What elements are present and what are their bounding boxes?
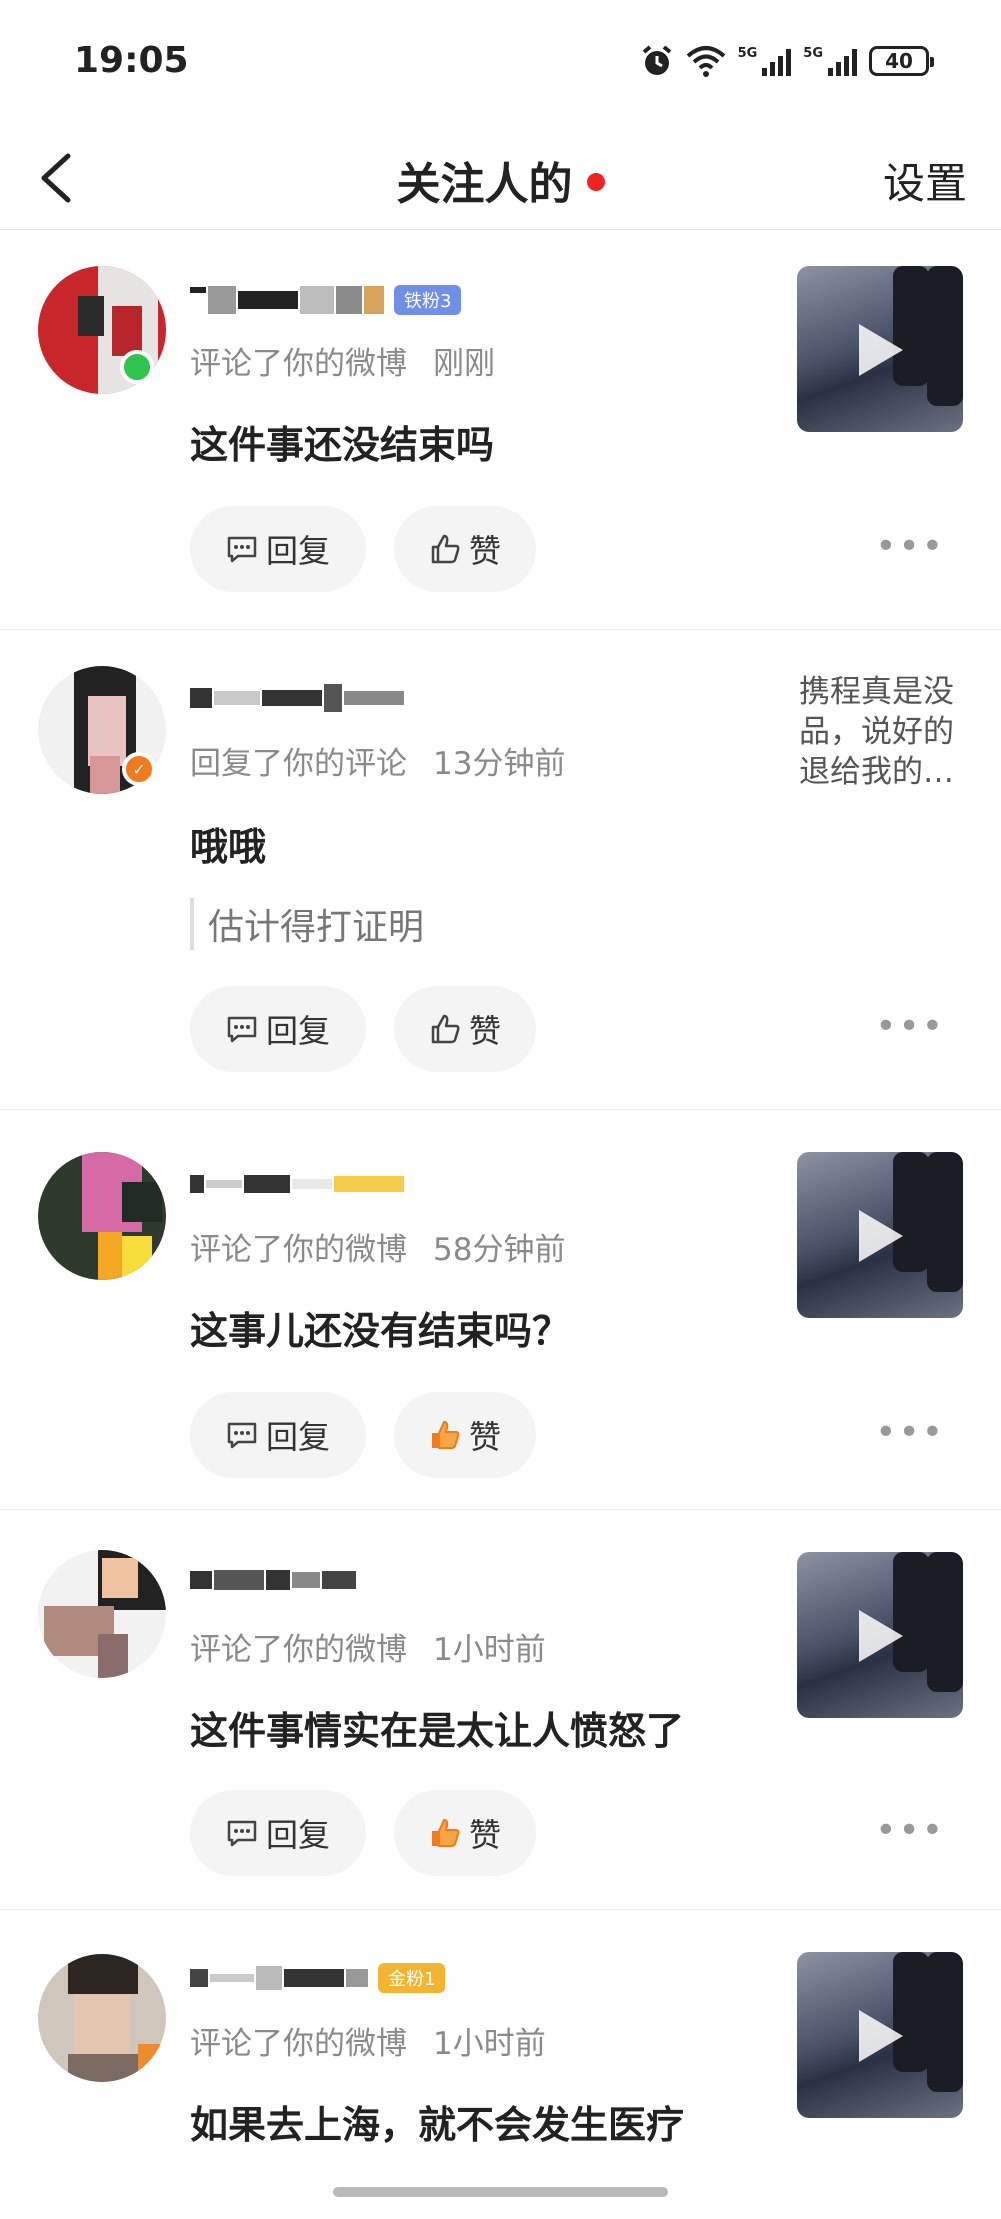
reply-label: 回复 bbox=[265, 1418, 330, 1456]
wifi-icon bbox=[686, 46, 725, 77]
battery-icon: 40 bbox=[869, 46, 934, 76]
action-meta: 评论了你的微博 刚刚 bbox=[190, 338, 495, 383]
username-row[interactable] bbox=[190, 1558, 356, 1602]
comment-text[interactable]: 这件事情实在是太让人愤怒了 bbox=[190, 1700, 684, 1755]
like-button[interactable]: 赞 bbox=[394, 1392, 536, 1478]
reply-label: 回复 bbox=[265, 1012, 330, 1050]
fan-badge: 金粉1 bbox=[378, 1963, 446, 1993]
comment-icon bbox=[227, 1422, 257, 1449]
username-mosaic bbox=[190, 286, 384, 314]
username-row[interactable]: 铁粉3 bbox=[190, 278, 462, 322]
video-thumbnail[interactable] bbox=[797, 266, 963, 432]
list-item: 金粉1 评论了你的微博 1小时前 如果去上海，就不会发生医疗 bbox=[0, 1910, 1001, 2147]
action-meta: 评论了你的微博 58分钟前 bbox=[190, 1224, 565, 1269]
verified-icon: ✓ bbox=[122, 752, 156, 786]
list-item: ✓ 回复了你的评论 13分钟前 哦哦 估计得打证明 回复 赞 ••• 携程真是没… bbox=[0, 630, 1001, 1110]
action-meta: 评论了你的微博 1小时前 bbox=[190, 1624, 546, 1669]
notification-feed: 铁粉3 评论了你的微博 刚刚 这件事还没结束吗 回复 赞 ••• ✓ 回复了你的… bbox=[0, 230, 1001, 2147]
like-label: 赞 bbox=[468, 1816, 501, 1854]
action-text: 评论了你的微博 bbox=[190, 2026, 407, 2062]
video-thumbnail[interactable] bbox=[797, 1152, 963, 1318]
online-status-dot bbox=[120, 350, 154, 384]
more-options-button[interactable]: ••• bbox=[875, 1810, 945, 1851]
play-icon bbox=[859, 324, 903, 376]
list-item: 评论了你的微博 1小时前 这件事情实在是太让人愤怒了 回复 赞 ••• bbox=[0, 1510, 1001, 1910]
comment-text[interactable]: 如果去上海，就不会发生医疗 bbox=[190, 2094, 684, 2149]
reply-label: 回复 bbox=[265, 532, 330, 570]
thumbs-up-liked-icon bbox=[431, 1421, 460, 1449]
action-meta: 评论了你的微博 1小时前 bbox=[190, 2018, 546, 2063]
action-text: 回复了你的评论 bbox=[190, 746, 407, 782]
like-label: 赞 bbox=[468, 532, 501, 570]
timestamp: 13分钟前 bbox=[433, 746, 566, 782]
reply-button[interactable]: 回复 bbox=[190, 1392, 366, 1478]
timestamp: 刚刚 bbox=[433, 346, 495, 382]
avatar[interactable] bbox=[38, 1152, 166, 1280]
list-item: 评论了你的微博 58分钟前 这事儿还没有结束吗？ 回复 赞 ••• bbox=[0, 1110, 1001, 1510]
reply-button[interactable]: 回复 bbox=[190, 1790, 366, 1876]
settings-button[interactable]: 设置 bbox=[883, 150, 967, 211]
comment-text[interactable]: 这件事还没结束吗 bbox=[190, 414, 494, 469]
comment-text[interactable]: 哦哦 bbox=[190, 816, 266, 871]
comment-text[interactable]: 这事儿还没有结束吗？ bbox=[190, 1300, 570, 1355]
like-button[interactable]: 赞 bbox=[394, 986, 536, 1072]
username-mosaic bbox=[190, 1175, 404, 1193]
avatar[interactable] bbox=[38, 1954, 166, 2082]
network-tag: 5G bbox=[737, 46, 758, 61]
like-button[interactable]: 赞 bbox=[394, 506, 536, 592]
more-options-button[interactable]: ••• bbox=[875, 526, 945, 567]
reply-label: 回复 bbox=[265, 1816, 330, 1854]
avatar[interactable] bbox=[38, 1550, 166, 1678]
timestamp: 1小时前 bbox=[433, 2026, 546, 2062]
original-comment-excerpt[interactable]: 携程真是没品，说好的退给我的… bbox=[799, 672, 967, 792]
thumbs-up-liked-icon bbox=[431, 1819, 460, 1847]
action-meta: 回复了你的评论 13分钟前 bbox=[190, 738, 565, 783]
alarm-icon bbox=[642, 45, 671, 75]
like-label: 赞 bbox=[468, 1012, 501, 1050]
username-mosaic bbox=[190, 1966, 368, 1990]
action-text: 评论了你的微博 bbox=[190, 346, 407, 382]
timestamp: 58分钟前 bbox=[433, 1232, 566, 1268]
like-button[interactable]: 赞 bbox=[394, 1790, 536, 1876]
username-mosaic bbox=[190, 684, 404, 712]
reply-button[interactable]: 回复 bbox=[190, 986, 366, 1072]
comment-icon bbox=[227, 1820, 257, 1847]
timestamp: 1小时前 bbox=[433, 1632, 546, 1668]
signal-icon: 5G bbox=[738, 46, 792, 76]
play-icon bbox=[859, 2010, 903, 2062]
page-title: 关注人的 bbox=[0, 148, 1001, 212]
action-text: 评论了你的微博 bbox=[190, 1232, 407, 1268]
video-thumbnail[interactable] bbox=[797, 1552, 963, 1718]
play-icon bbox=[859, 1210, 903, 1262]
battery-level: 40 bbox=[885, 49, 913, 73]
signal-icon: 5G bbox=[803, 46, 857, 76]
home-indicator[interactable] bbox=[333, 2187, 668, 2197]
username-mosaic bbox=[190, 1570, 356, 1590]
page-title-text: 关注人的 bbox=[396, 159, 573, 210]
thumbs-up-icon bbox=[431, 534, 460, 564]
more-options-button[interactable]: ••• bbox=[875, 1006, 945, 1047]
action-text: 评论了你的微博 bbox=[190, 1632, 407, 1668]
status-time: 19:05 bbox=[74, 40, 189, 81]
play-icon bbox=[859, 1610, 903, 1662]
thumbs-up-icon bbox=[431, 1014, 460, 1044]
more-options-button[interactable]: ••• bbox=[875, 1412, 945, 1453]
reply-button[interactable]: 回复 bbox=[190, 506, 366, 592]
video-thumbnail[interactable] bbox=[797, 1952, 963, 2118]
like-label: 赞 bbox=[468, 1418, 501, 1456]
nav-bar: 关注人的 设置 bbox=[0, 126, 1001, 230]
status-bar: 19:05 5G 5G 40 bbox=[0, 0, 1001, 126]
network-tag: 5G bbox=[803, 46, 823, 61]
username-row[interactable]: 金粉1 bbox=[190, 1956, 446, 2000]
username-row[interactable] bbox=[190, 1162, 404, 1206]
status-icons: 5G 5G 40 bbox=[640, 44, 934, 78]
unread-dot bbox=[586, 173, 605, 191]
username-row[interactable] bbox=[190, 676, 404, 720]
quoted-comment[interactable]: 估计得打证明 bbox=[190, 898, 424, 950]
comment-icon bbox=[227, 536, 257, 563]
fan-badge: 铁粉3 bbox=[394, 285, 462, 315]
list-item: 铁粉3 评论了你的微博 刚刚 这件事还没结束吗 回复 赞 ••• bbox=[0, 230, 1001, 630]
comment-icon bbox=[227, 1016, 257, 1043]
